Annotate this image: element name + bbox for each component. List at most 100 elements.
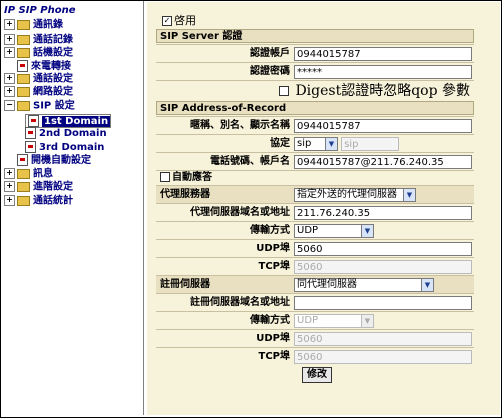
sidebar-item-call-settings[interactable]: + 通話設定 bbox=[4, 73, 73, 85]
sidebar-item-call-forward[interactable]: 來電轉接 bbox=[17, 60, 71, 72]
protocol-select[interactable]: sip ▼ bbox=[294, 137, 338, 151]
reg-tcp-label: TCP埠 bbox=[258, 351, 291, 362]
protocol-label: 協定 bbox=[270, 138, 290, 149]
proxy-tcp-row: TCP埠 bbox=[156, 257, 474, 275]
page-icon bbox=[17, 154, 28, 166]
auto-answer-checkbox[interactable] bbox=[160, 172, 170, 182]
auto-answer-row: 自動應答 bbox=[156, 170, 474, 185]
reg-addr-label: 註冊伺服器域名或地址 bbox=[190, 297, 290, 308]
enable-checkbox[interactable]: ✓ bbox=[162, 16, 172, 26]
proxy-addr-label: 代理伺服器域名或地址 bbox=[190, 207, 290, 218]
proxy-transport-label: 傳輸方式 bbox=[250, 225, 290, 236]
folder-icon bbox=[17, 34, 30, 45]
proxy-tcp-input[interactable] bbox=[294, 260, 472, 274]
ignore-qop-checkbox[interactable] bbox=[279, 86, 290, 96]
folder-icon bbox=[17, 19, 30, 30]
page-icon bbox=[17, 60, 28, 72]
auth-password-input[interactable] bbox=[294, 65, 472, 79]
expand-icon[interactable]: + bbox=[4, 34, 15, 45]
proxy-udp-label: UDP埠 bbox=[256, 243, 290, 254]
page-icon bbox=[28, 115, 39, 127]
folder-icon bbox=[17, 73, 30, 84]
display-name-row: 暱稱、別名、顯示名稱 bbox=[156, 116, 474, 134]
display-name-input[interactable] bbox=[294, 119, 472, 133]
phone-input[interactable] bbox=[294, 155, 472, 169]
expand-icon[interactable]: + bbox=[4, 86, 15, 97]
expand-icon[interactable]: + bbox=[4, 19, 15, 30]
auth-account-label: 認證帳戶 bbox=[250, 48, 290, 59]
reg-tcp-input[interactable] bbox=[294, 350, 472, 364]
sidebar-item-1st-domain[interactable]: 1st Domain bbox=[25, 114, 112, 128]
auth-password-row: 認證密碼 bbox=[156, 62, 474, 80]
folder-icon bbox=[17, 86, 30, 97]
reg-udp-input[interactable] bbox=[294, 332, 472, 346]
enable-label: 啓用 bbox=[174, 14, 196, 27]
sidebar-item-messages[interactable]: + 訊息 bbox=[4, 168, 53, 180]
folder-icon bbox=[17, 47, 30, 58]
collapse-icon[interactable]: − bbox=[4, 100, 15, 111]
sidebar-item-sip-settings[interactable]: − SIP 設定 bbox=[4, 100, 75, 112]
proxy-addr-row: 代理伺服器域名或地址 bbox=[156, 203, 474, 221]
proxy-tcp-label: TCP埠 bbox=[258, 261, 291, 272]
registrar-select[interactable]: 同代理伺服器 ▼ bbox=[294, 278, 434, 292]
chevron-down-icon: ▼ bbox=[361, 225, 373, 237]
proxy-udp-row: UDP埠 bbox=[156, 239, 474, 257]
folder-icon bbox=[17, 195, 30, 206]
sidebar-item-call-stats[interactable]: + 通話統計 bbox=[4, 195, 73, 207]
chevron-down-icon: ▼ bbox=[361, 315, 373, 327]
ignore-qop-label: Digest認證時忽略qop 參數 bbox=[295, 83, 470, 99]
sidebar-item-call-log[interactable]: + 通話記錄 bbox=[4, 34, 73, 46]
tree-root[interactable]: IP SIP Phone bbox=[4, 5, 75, 16]
chevron-down-icon: ▼ bbox=[325, 138, 337, 150]
chevron-down-icon: ▼ bbox=[421, 279, 433, 291]
protocol-text-input[interactable] bbox=[341, 137, 400, 151]
expand-icon[interactable]: + bbox=[4, 195, 15, 206]
reg-tcp-row: TCP埠 bbox=[156, 347, 474, 365]
expand-icon[interactable]: + bbox=[4, 73, 15, 84]
phone-row: 電話號碼、帳戶名 bbox=[156, 152, 474, 170]
proxy-select[interactable]: 指定外送的代理伺服器 ▼ bbox=[294, 188, 416, 202]
expand-icon[interactable]: + bbox=[4, 168, 15, 179]
reg-addr-input[interactable] bbox=[294, 296, 472, 310]
reg-transport-label: 傳輸方式 bbox=[250, 315, 290, 326]
sidebar-item-network-settings[interactable]: + 網路設定 bbox=[4, 86, 73, 98]
page-icon bbox=[25, 127, 36, 139]
sidebar-item-contacts[interactable]: + 通訊錄 bbox=[4, 19, 63, 31]
registrar-label: 註冊伺服器 bbox=[160, 279, 210, 290]
reg-transport-select[interactable]: UDP ▼ bbox=[294, 314, 374, 328]
sidebar-item-advanced[interactable]: + 進階設定 bbox=[4, 181, 73, 193]
enable-row: ✓ 啓用 bbox=[156, 12, 474, 29]
proxy-udp-input[interactable] bbox=[294, 242, 472, 256]
sidebar-item-3rd-domain[interactable]: 3rd Domain bbox=[25, 141, 104, 153]
aor-header: SIP Address-of-Record bbox=[156, 101, 474, 115]
folder-icon bbox=[17, 181, 30, 192]
submit-button[interactable]: 修改 bbox=[302, 367, 332, 383]
proxy-transport-select[interactable]: UDP ▼ bbox=[294, 224, 374, 238]
display-name-label: 暱稱、別名、顯示名稱 bbox=[190, 120, 290, 131]
phone-label: 電話號碼、帳戶名 bbox=[210, 156, 290, 167]
sidebar-item-auto-provision[interactable]: 開機自動設定 bbox=[17, 154, 91, 166]
reg-transport-row: 傳輸方式 UDP ▼ bbox=[156, 311, 474, 329]
reg-addr-row: 註冊伺服器域名或地址 bbox=[156, 293, 474, 311]
registrar-row: 註冊伺服器 同代理伺服器 ▼ bbox=[156, 275, 474, 293]
reg-udp-row: UDP埠 bbox=[156, 329, 474, 347]
open-folder-icon bbox=[17, 100, 30, 111]
ignore-qop-row: Digest認證時忽略qop 參數 bbox=[156, 80, 474, 101]
proxy-transport-row: 傳輸方式 UDP ▼ bbox=[156, 221, 474, 239]
chevron-down-icon: ▼ bbox=[403, 189, 415, 201]
folder-icon bbox=[17, 168, 30, 179]
expand-icon[interactable]: + bbox=[4, 47, 15, 58]
expand-icon[interactable]: + bbox=[4, 181, 15, 192]
page-icon bbox=[25, 141, 36, 153]
proxy-row: 代理服務器 指定外送的代理伺服器 ▼ bbox=[156, 185, 474, 203]
sidebar-item-phone-settings[interactable]: + 話機設定 bbox=[4, 47, 73, 59]
sip-server-header: SIP Server 認證 bbox=[156, 29, 474, 43]
sidebar-item-2nd-domain[interactable]: 2nd Domain bbox=[25, 127, 107, 139]
auth-account-input[interactable] bbox=[294, 47, 472, 61]
reg-udp-label: UDP埠 bbox=[256, 333, 290, 344]
auth-password-label: 認證密碼 bbox=[250, 66, 290, 77]
proxy-addr-input[interactable] bbox=[294, 206, 472, 220]
protocol-row: 協定 sip ▼ bbox=[156, 134, 474, 152]
auto-answer-label: 自動應答 bbox=[172, 172, 212, 183]
auth-account-row: 認證帳戶 bbox=[156, 44, 474, 62]
